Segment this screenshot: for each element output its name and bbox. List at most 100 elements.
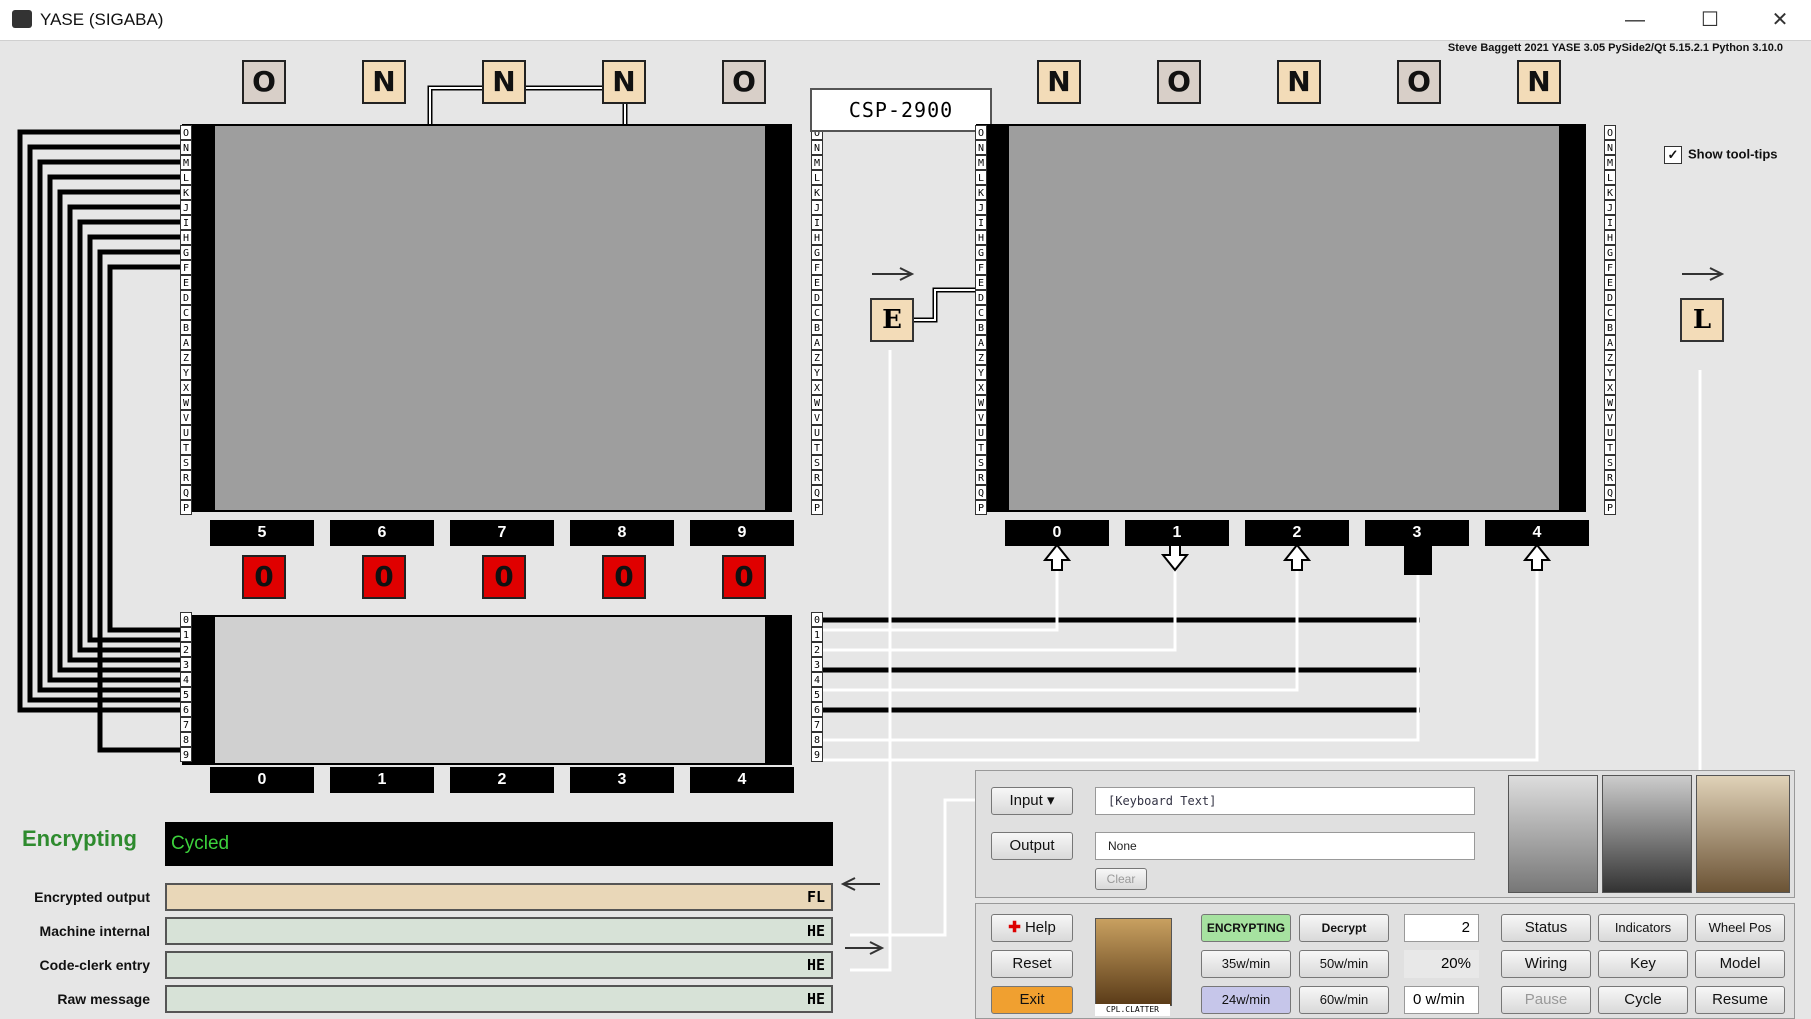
index-in-4: 4 <box>180 672 192 687</box>
encrypting-button[interactable]: ENCRYPTING <box>1201 914 1291 942</box>
exit-button[interactable]: Exit <box>991 986 1073 1014</box>
speed-35-button[interactable]: 35w/min <box>1201 950 1291 978</box>
control-rotor-number-1: 1 <box>1125 520 1229 546</box>
control-in-f: F <box>975 260 987 275</box>
portrait-photo-2 <box>1602 775 1692 893</box>
cipher-rotor-number-6: 6 <box>330 520 434 546</box>
output-button[interactable]: Output <box>991 832 1073 860</box>
code-clerk-entry-label: Code-clerk entry <box>10 957 150 973</box>
clerk-caption: CPL.CLATTER <box>1095 1004 1170 1016</box>
machine-internal-field: HE <box>165 917 833 945</box>
control-in-p: P <box>975 500 987 515</box>
control-in-b: B <box>975 320 987 335</box>
cipher-out-w: W <box>811 395 823 410</box>
cipher-in-w: W <box>180 395 192 410</box>
chevron-down-icon: ▾ <box>1047 792 1055 809</box>
control-out-u: U <box>1604 425 1616 440</box>
group-count-field[interactable]: 2 <box>1404 914 1479 942</box>
wiring-button[interactable]: Wiring <box>1501 950 1591 978</box>
speed-24-button[interactable]: 24w/min <box>1201 986 1291 1014</box>
speed-60-button[interactable]: 60w/min <box>1299 986 1389 1014</box>
reset-button[interactable]: Reset <box>991 950 1073 978</box>
cycle-button[interactable]: Cycle <box>1598 986 1688 1014</box>
decrypt-button[interactable]: Decrypt <box>1299 914 1389 942</box>
cipher-out-e: E <box>811 275 823 290</box>
cipher-out-g: G <box>811 245 823 260</box>
cipher-out-i: I <box>811 215 823 230</box>
index-window-2: 0 <box>482 555 526 599</box>
minimize-button[interactable]: — <box>1615 6 1655 34</box>
index-window-3: 0 <box>602 555 646 599</box>
control-out-n: N <box>1604 140 1616 155</box>
control-out-q: Q <box>1604 485 1616 500</box>
cipher-in-e: E <box>180 275 192 290</box>
cipher-out-a: A <box>811 335 823 350</box>
index-in-1: 1 <box>180 627 192 642</box>
input-dropdown[interactable]: Input ▾ <box>991 787 1073 815</box>
wheel-pos-button[interactable]: Wheel Pos <box>1695 914 1785 942</box>
control-window-3: O <box>1397 60 1441 104</box>
control-out-l: L <box>1604 170 1616 185</box>
cipher-out-d: D <box>811 290 823 305</box>
entry-letter-tag: E <box>870 298 914 342</box>
machine-internal-label: Machine internal <box>10 923 150 939</box>
cipher-window-6: N <box>362 60 406 104</box>
pause-button[interactable]: Pause <box>1501 986 1591 1014</box>
control-panel: ✚ Help Reset Exit CPL.CLATTER ENCRYPTING… <box>975 903 1795 1019</box>
control-in-n: N <box>975 140 987 155</box>
indicators-button[interactable]: Indicators <box>1598 914 1688 942</box>
maximize-button[interactable]: ☐ <box>1690 6 1730 34</box>
index-out-3: 3 <box>811 657 823 672</box>
control-out-f: F <box>1604 260 1616 275</box>
cipher-rotor-number-8: 8 <box>570 520 674 546</box>
control-out-p: P <box>1604 500 1616 515</box>
cipher-in-s: S <box>180 455 192 470</box>
control-in-h: H <box>975 230 987 245</box>
machine-model-label: CSP-2900 <box>810 88 992 132</box>
cipher-window-8: N <box>602 60 646 104</box>
clear-button[interactable]: Clear <box>1095 868 1147 890</box>
control-window-1: O <box>1157 60 1201 104</box>
raw-message-field: HE <box>165 985 833 1013</box>
index-rotor-number-4: 4 <box>690 767 794 793</box>
output-target-field[interactable]: None <box>1095 832 1475 860</box>
cipher-in-l: L <box>180 170 192 185</box>
status-button[interactable]: Status <box>1501 914 1591 942</box>
cipher-in-x: X <box>180 380 192 395</box>
input-label: Input <box>1009 792 1042 809</box>
cipher-in-f: F <box>180 260 192 275</box>
help-button[interactable]: ✚ Help <box>991 914 1073 942</box>
show-tooltips-checkbox[interactable]: ✓Show tool-tips <box>1664 146 1778 164</box>
cipher-in-o: O <box>180 125 192 140</box>
control-window-4: N <box>1517 60 1561 104</box>
cipher-out-c: C <box>811 305 823 320</box>
cipher-in-i: I <box>180 215 192 230</box>
control-in-i: I <box>975 215 987 230</box>
index-wiring-field <box>215 617 765 763</box>
cipher-in-k: K <box>180 185 192 200</box>
speed-50-button[interactable]: 50w/min <box>1299 950 1389 978</box>
control-rotor-number-4: 4 <box>1485 520 1589 546</box>
index-out-7: 7 <box>811 717 823 732</box>
control-window-2: N <box>1277 60 1321 104</box>
control-out-z: Z <box>1604 350 1616 365</box>
cipher-window-9: O <box>722 60 766 104</box>
control-out-b: B <box>1604 320 1616 335</box>
portrait-photo-1 <box>1508 775 1598 893</box>
index-in-6: 6 <box>180 702 192 717</box>
app-icon <box>12 10 32 28</box>
cipher-in-z: Z <box>180 350 192 365</box>
resume-button[interactable]: Resume <box>1695 986 1785 1014</box>
input-source-field[interactable]: [Keyboard Text] <box>1095 787 1475 815</box>
model-button[interactable]: Model <box>1695 950 1785 978</box>
index-out-0: 0 <box>811 612 823 627</box>
index-out-5: 5 <box>811 687 823 702</box>
cipher-in-d: D <box>180 290 192 305</box>
control-in-u: U <box>975 425 987 440</box>
index-window-0: 0 <box>242 555 286 599</box>
index-input-digits: 0123456789 <box>180 612 192 762</box>
cipher-window-5: O <box>242 60 286 104</box>
close-button[interactable]: ✕ <box>1760 6 1800 34</box>
key-button[interactable]: Key <box>1598 950 1688 978</box>
encrypted-output-field: FL <box>165 883 833 911</box>
